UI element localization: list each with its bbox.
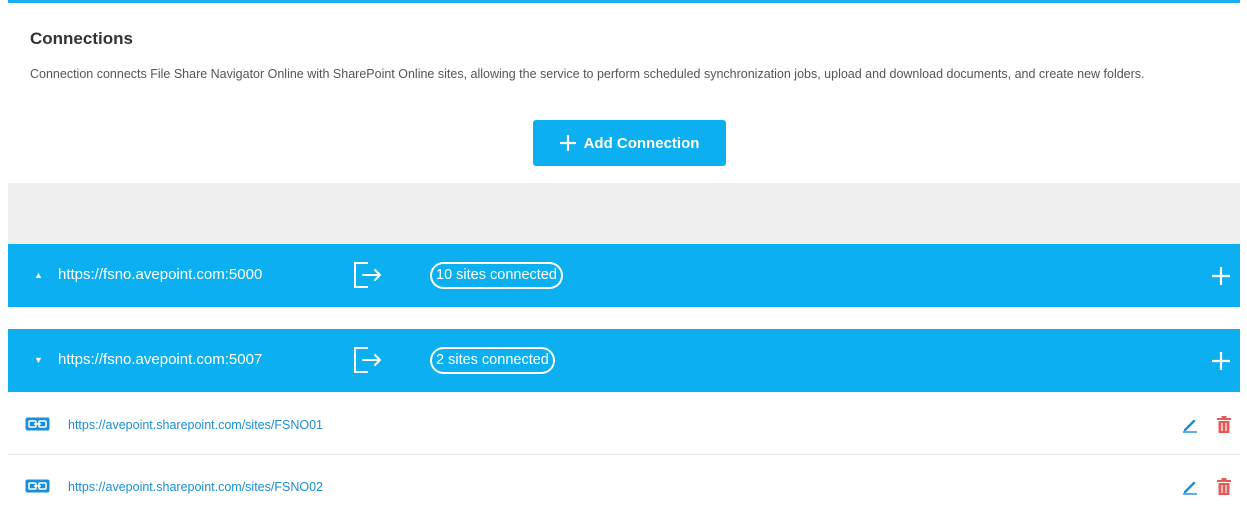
- trash-icon[interactable]: [1217, 416, 1231, 438]
- site-row: https://avepoint.sharepoint.com/sites/FS…: [8, 393, 1240, 455]
- site-url-link[interactable]: https://avepoint.sharepoint.com/sites/FS…: [68, 418, 323, 432]
- pencil-icon[interactable]: [1182, 417, 1198, 438]
- section-spacer: [8, 183, 1240, 244]
- site-url-link[interactable]: https://avepoint.sharepoint.com/sites/FS…: [68, 480, 323, 494]
- connection-group-header[interactable]: ▲ https://fsno.avepoint.com:5000 10 site…: [8, 244, 1240, 307]
- plus-icon: [559, 135, 576, 151]
- connection-url: https://fsno.avepoint.com:5000: [58, 266, 263, 283]
- link-icon: [25, 417, 50, 436]
- page-title: Connections: [30, 29, 133, 48]
- add-connection-button[interactable]: Add Connection: [533, 120, 726, 166]
- connections-panel: Connections Connection connects File Sha…: [8, 3, 1240, 183]
- sites-connected-badge[interactable]: 10 sites connected: [430, 262, 563, 289]
- sign-out-icon[interactable]: [352, 261, 384, 294]
- site-row: https://avepoint.sharepoint.com/sites/FS…: [8, 455, 1240, 517]
- caret-down-icon[interactable]: ▼: [34, 355, 43, 365]
- connection-url: https://fsno.avepoint.com:5007: [58, 351, 263, 368]
- trash-icon[interactable]: [1217, 478, 1231, 500]
- plus-icon[interactable]: [1211, 351, 1231, 376]
- add-connection-label: Add Connection: [583, 134, 700, 152]
- caret-up-icon[interactable]: ▲: [34, 270, 43, 280]
- sign-out-icon[interactable]: [352, 346, 384, 379]
- sites-connected-badge[interactable]: 2 sites connected: [430, 347, 555, 374]
- connection-group-header[interactable]: ▼ https://fsno.avepoint.com:5007 2 sites…: [8, 329, 1240, 392]
- link-icon: [25, 479, 50, 498]
- plus-icon[interactable]: [1211, 266, 1231, 291]
- connections-description: Connection connects File Share Navigator…: [30, 67, 1145, 81]
- pencil-icon[interactable]: [1182, 479, 1198, 500]
